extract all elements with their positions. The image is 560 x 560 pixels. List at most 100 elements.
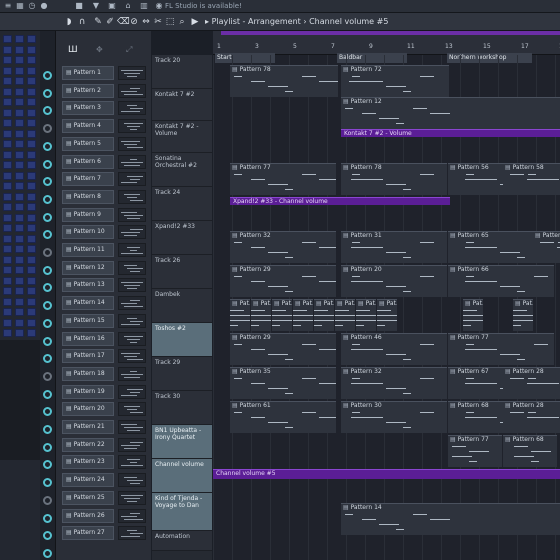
channel-select-led[interactable] xyxy=(43,371,52,381)
menu-icon[interactable]: ≡ xyxy=(4,2,12,10)
channel-pad[interactable] xyxy=(27,98,36,106)
channel-pad[interactable] xyxy=(27,318,36,327)
pattern-clip[interactable]: Pattern 68 xyxy=(503,435,557,467)
channel-pad[interactable] xyxy=(27,255,36,264)
channel-pad[interactable] xyxy=(15,77,24,85)
draw-tool-icon[interactable]: ✎ xyxy=(93,17,103,27)
channel-pad[interactable] xyxy=(15,108,24,117)
channel-select-led[interactable] xyxy=(43,265,52,275)
pattern-clip[interactable]: Pattern 32 xyxy=(230,231,336,263)
channel-select-led[interactable] xyxy=(43,318,52,328)
track-header[interactable]: Track 30 xyxy=(152,391,212,425)
step-seq-icon[interactable]: ✥ xyxy=(96,45,103,54)
channel-select-led[interactable] xyxy=(43,389,52,399)
pattern-clip[interactable]: Pattern 28 xyxy=(503,401,560,433)
channel-pad[interactable] xyxy=(27,234,36,243)
channel-pad[interactable] xyxy=(3,234,12,243)
pattern-clip[interactable]: Pattern 30 xyxy=(341,401,447,433)
channel-pad[interactable] xyxy=(3,182,12,190)
channel-select-led[interactable] xyxy=(43,531,52,541)
pattern-button[interactable]: Pattern 4 xyxy=(62,119,114,134)
channel-pad[interactable] xyxy=(3,329,12,337)
pattern-clip[interactable]: Pattern 46 xyxy=(341,333,447,365)
pattern-button[interactable]: Pattern 23 xyxy=(62,455,114,470)
channel-pad[interactable] xyxy=(3,45,12,54)
mixer-icon[interactable]: ▼ xyxy=(92,2,100,10)
delete-tool-icon[interactable]: ⌫ xyxy=(117,17,130,27)
pattern-button[interactable]: Pattern 26 xyxy=(62,508,114,523)
track-header[interactable]: Toshos #2 xyxy=(152,323,212,357)
automation-icon[interactable]: ⤢ xyxy=(126,45,132,55)
pattern-clip[interactable]: Pattern 61 xyxy=(230,401,336,433)
record-icon[interactable]: ● xyxy=(40,2,48,10)
timeline-marker[interactable]: Baldbar xyxy=(337,53,407,63)
channel-select-led[interactable] xyxy=(43,71,52,80)
channel-pad[interactable] xyxy=(3,276,12,285)
timeline-marker[interactable]: Start xyxy=(215,53,275,63)
automation-clip[interactable]: Channel volume #5 xyxy=(213,469,560,479)
pattern-button[interactable]: Pattern 8 xyxy=(62,189,114,204)
channel-pad[interactable] xyxy=(3,161,12,169)
timeline-ruler[interactable]: 135791113151719StartBaldbarNorthern work… xyxy=(213,31,560,63)
pattern-button[interactable]: Pattern 6 xyxy=(62,154,114,169)
channel-pad[interactable] xyxy=(15,276,24,285)
pattern-button[interactable]: Pattern 15 xyxy=(62,313,114,328)
pattern-button[interactable]: Pattern 18 xyxy=(62,366,114,381)
channel-pad[interactable] xyxy=(27,287,36,295)
channel-select-led[interactable] xyxy=(43,301,52,311)
channel-select-led[interactable] xyxy=(43,88,52,98)
channel-select-led[interactable] xyxy=(43,248,52,257)
pattern-clip[interactable]: Pat..37 xyxy=(356,299,376,331)
pattern-button[interactable]: Pattern 24 xyxy=(62,473,114,488)
pattern-button[interactable]: Pattern 1 xyxy=(62,66,114,80)
update-notice[interactable]: FL Studio is available! xyxy=(165,0,242,13)
pattern-clip[interactable]: Pattern 29 xyxy=(230,333,336,365)
channel-pad[interactable] xyxy=(15,224,24,232)
channel-select-led[interactable] xyxy=(43,478,52,488)
piano-icon[interactable]: ▥ xyxy=(140,2,148,10)
track-header[interactable]: Dambek xyxy=(152,289,212,323)
channel-pad[interactable] xyxy=(3,266,12,274)
pattern-button[interactable]: Pattern 11 xyxy=(62,243,114,257)
channel-select-led[interactable] xyxy=(43,177,52,187)
channel-select-led[interactable] xyxy=(43,159,52,169)
channel-pad[interactable] xyxy=(27,182,36,190)
track-header[interactable]: Sonatina Orchestral #2 xyxy=(152,153,212,187)
channel-select-led[interactable] xyxy=(43,425,52,434)
track-header[interactable]: Track 20 xyxy=(152,55,212,89)
channel-pad[interactable] xyxy=(15,161,24,169)
channel-pad[interactable] xyxy=(27,35,36,43)
channel-pad[interactable] xyxy=(27,56,36,64)
pattern-button[interactable]: Pattern 14 xyxy=(62,296,114,311)
pattern-clip[interactable]: Pattern 78 xyxy=(341,163,447,195)
pattern-button[interactable]: Pattern 3 xyxy=(62,101,114,116)
channel-select-led[interactable] xyxy=(43,141,52,151)
channel-pad[interactable] xyxy=(15,87,24,96)
channel-select-led[interactable] xyxy=(43,442,52,452)
channel-pad[interactable] xyxy=(15,318,24,327)
channel-select-led[interactable] xyxy=(43,336,52,346)
channel-select-led[interactable] xyxy=(43,106,52,116)
channel-pad[interactable] xyxy=(3,318,12,327)
pattern-clip[interactable]: Pat..37 xyxy=(314,299,334,331)
pattern-clip[interactable]: Pattern 32 xyxy=(341,367,447,399)
mute-tool-icon[interactable]: ⊘ xyxy=(129,17,139,27)
channel-pad[interactable] xyxy=(27,77,36,85)
channel-pad[interactable] xyxy=(15,150,24,159)
pattern-button[interactable]: Pattern 16 xyxy=(62,331,114,346)
pattern-clip[interactable]: Pattern 72 xyxy=(341,65,449,97)
channel-select-led[interactable] xyxy=(43,124,52,134)
pattern-button[interactable]: Pattern 17 xyxy=(62,349,114,364)
channel-pad[interactable] xyxy=(15,245,24,253)
channel-pad[interactable] xyxy=(27,192,36,201)
pattern-clip[interactable]: Pattern 66 xyxy=(448,265,554,297)
channel-pad[interactable] xyxy=(27,224,36,232)
pattern-clip[interactable]: Pattern 20 xyxy=(341,265,447,297)
channel-pad[interactable] xyxy=(15,308,24,316)
pattern-clip[interactable]: Pat..37 xyxy=(293,299,313,331)
plugin-icon[interactable]: ▣ xyxy=(108,2,116,10)
channel-pad[interactable] xyxy=(27,203,36,211)
channel-pad[interactable] xyxy=(3,98,12,106)
pattern-clip[interactable]: Pat..37 xyxy=(377,299,397,331)
pattern-clip[interactable]: Pat..30 xyxy=(463,299,483,331)
